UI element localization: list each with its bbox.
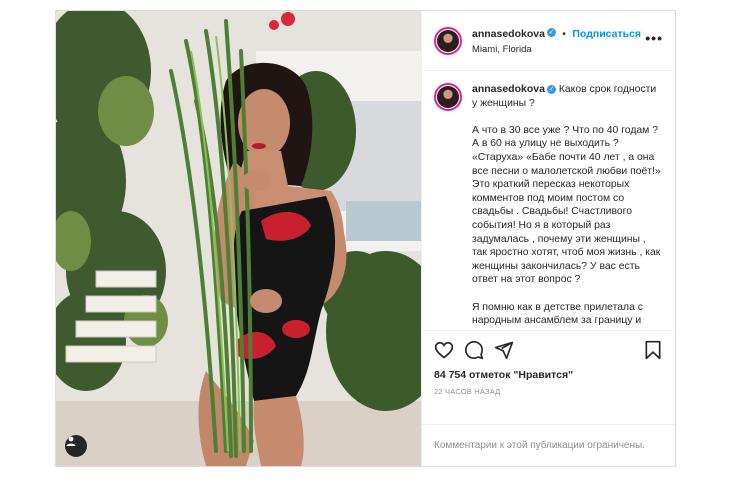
- post-sidebar: annasedokova ✓ • Подписаться Miami, Flori…: [421, 11, 675, 466]
- caption-paragraph: Я помню как в детстве прилетала с народн…: [472, 301, 643, 331]
- heart-icon[interactable]: [434, 340, 454, 360]
- separator-dot: •: [562, 28, 566, 40]
- caption-username[interactable]: annasedokova: [472, 83, 545, 95]
- person-icon: [66, 436, 76, 446]
- caption-paragraph: А что в 30 все уже ? Что по 40 годам ? А…: [472, 124, 661, 286]
- action-bar: 84 754 отметок "Нравится" 22 часов назад: [422, 330, 675, 424]
- bookmark-icon[interactable]: [643, 340, 663, 360]
- more-options-icon[interactable]: •••: [645, 31, 663, 45]
- post-timestamp[interactable]: 22 часов назад: [434, 387, 663, 396]
- verified-icon: ✓: [546, 84, 556, 94]
- location[interactable]: Miami, Florida: [472, 42, 641, 57]
- photo-illustration: [56, 11, 421, 466]
- post-header: annasedokova ✓ • Подписаться Miami, Flori…: [422, 11, 675, 71]
- username[interactable]: annasedokova: [472, 28, 545, 40]
- caption-area: annasedokova ✓ Каков срок годности у женщ…: [422, 71, 675, 330]
- avatar[interactable]: [434, 26, 462, 55]
- post-photo[interactable]: [56, 11, 421, 466]
- caption-text: annasedokova ✓ Каков срок годности у женщ…: [472, 83, 663, 330]
- verified-icon: ✓: [546, 27, 556, 37]
- comments-limited-notice: Комментарии к этой публикации ограничены…: [422, 424, 675, 466]
- likes-count[interactable]: 84 754 отметок "Нравится": [434, 369, 663, 381]
- instagram-post: annasedokova ✓ • Подписаться Miami, Flori…: [55, 10, 676, 467]
- user-tag-icon[interactable]: [65, 435, 87, 457]
- share-icon[interactable]: [494, 340, 514, 360]
- comment-icon[interactable]: [464, 340, 484, 360]
- follow-button[interactable]: Подписаться: [572, 28, 641, 40]
- caption-avatar[interactable]: [434, 83, 462, 111]
